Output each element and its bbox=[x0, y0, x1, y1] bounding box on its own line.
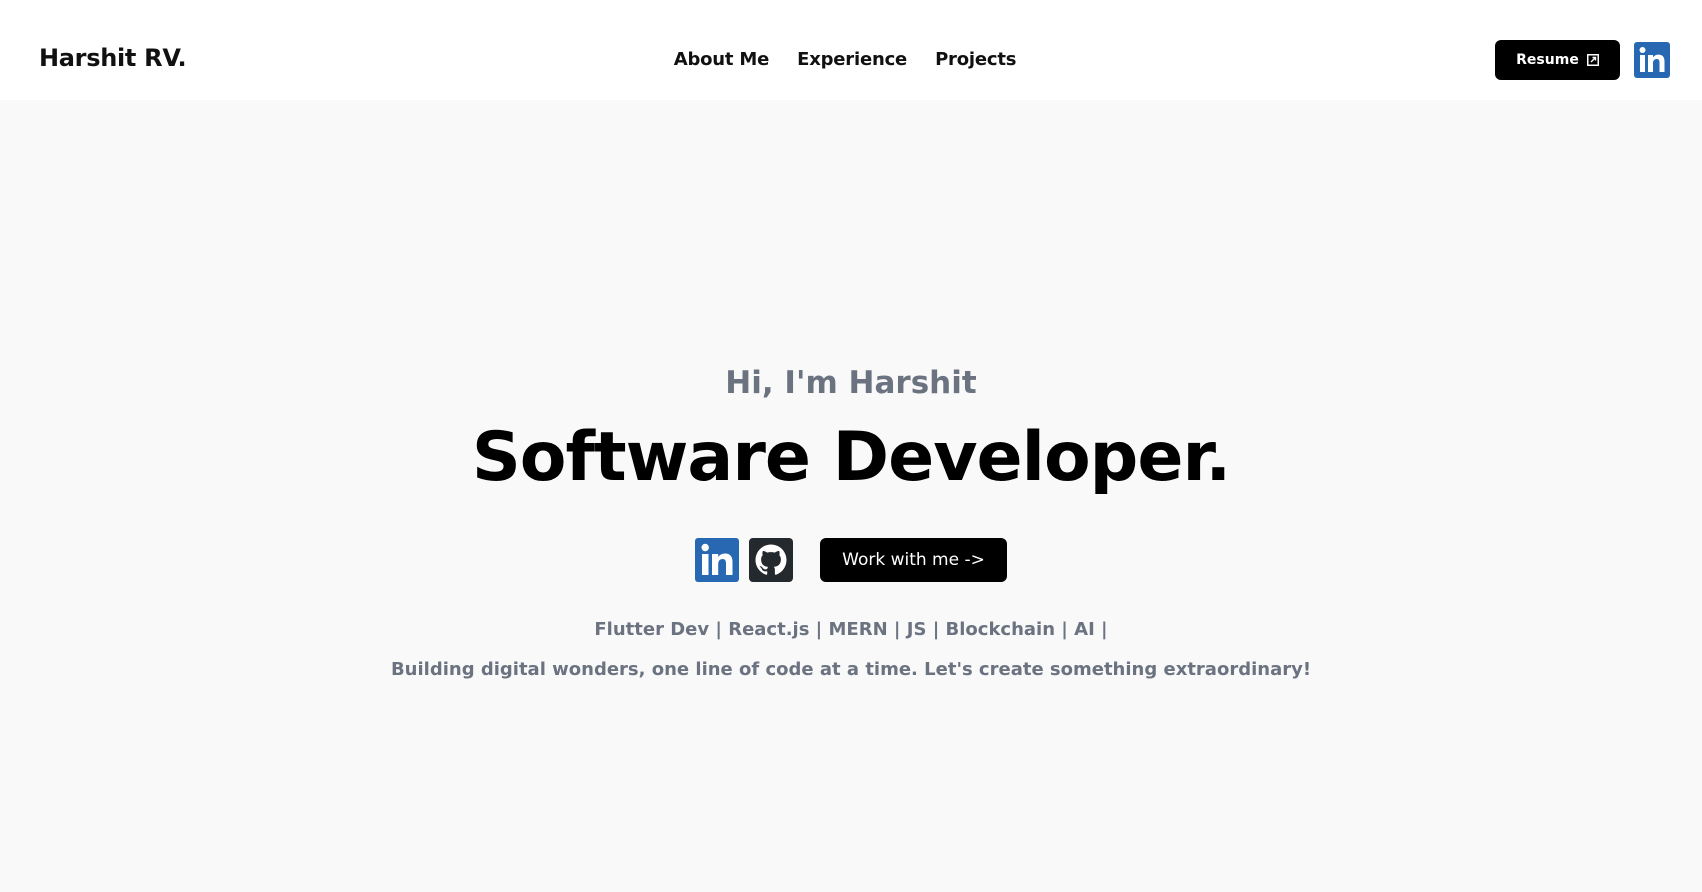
resume-label: Resume bbox=[1516, 52, 1579, 68]
hero-greeting: Hi, I'm Harshit bbox=[725, 365, 977, 401]
skills-list: Flutter Dev | React.js | MERN | JS | Blo… bbox=[594, 619, 1108, 640]
main-nav: About Me Experience Projects bbox=[0, 49, 1702, 70]
hero-title: Software Developer. bbox=[471, 418, 1231, 497]
social-links: Work with me -> bbox=[0, 538, 1702, 582]
linkedin-icon[interactable] bbox=[1634, 42, 1670, 78]
resume-button[interactable]: Resume bbox=[1495, 40, 1620, 80]
nav-experience[interactable]: Experience bbox=[797, 49, 907, 70]
work-with-me-button[interactable]: Work with me -> bbox=[820, 538, 1007, 582]
linkedin-icon[interactable] bbox=[695, 538, 739, 582]
hero-section: Hi, I'm Harshit Software Developer. Work… bbox=[0, 100, 1702, 892]
site-header: Harshit RV. About Me Experience Projects… bbox=[0, 0, 1702, 100]
github-icon[interactable] bbox=[749, 538, 793, 582]
nav-projects[interactable]: Projects bbox=[935, 49, 1016, 70]
nav-about-me[interactable]: About Me bbox=[674, 49, 770, 70]
hero-tagline: Building digital wonders, one line of co… bbox=[390, 659, 1312, 680]
external-link-icon bbox=[1586, 54, 1599, 66]
